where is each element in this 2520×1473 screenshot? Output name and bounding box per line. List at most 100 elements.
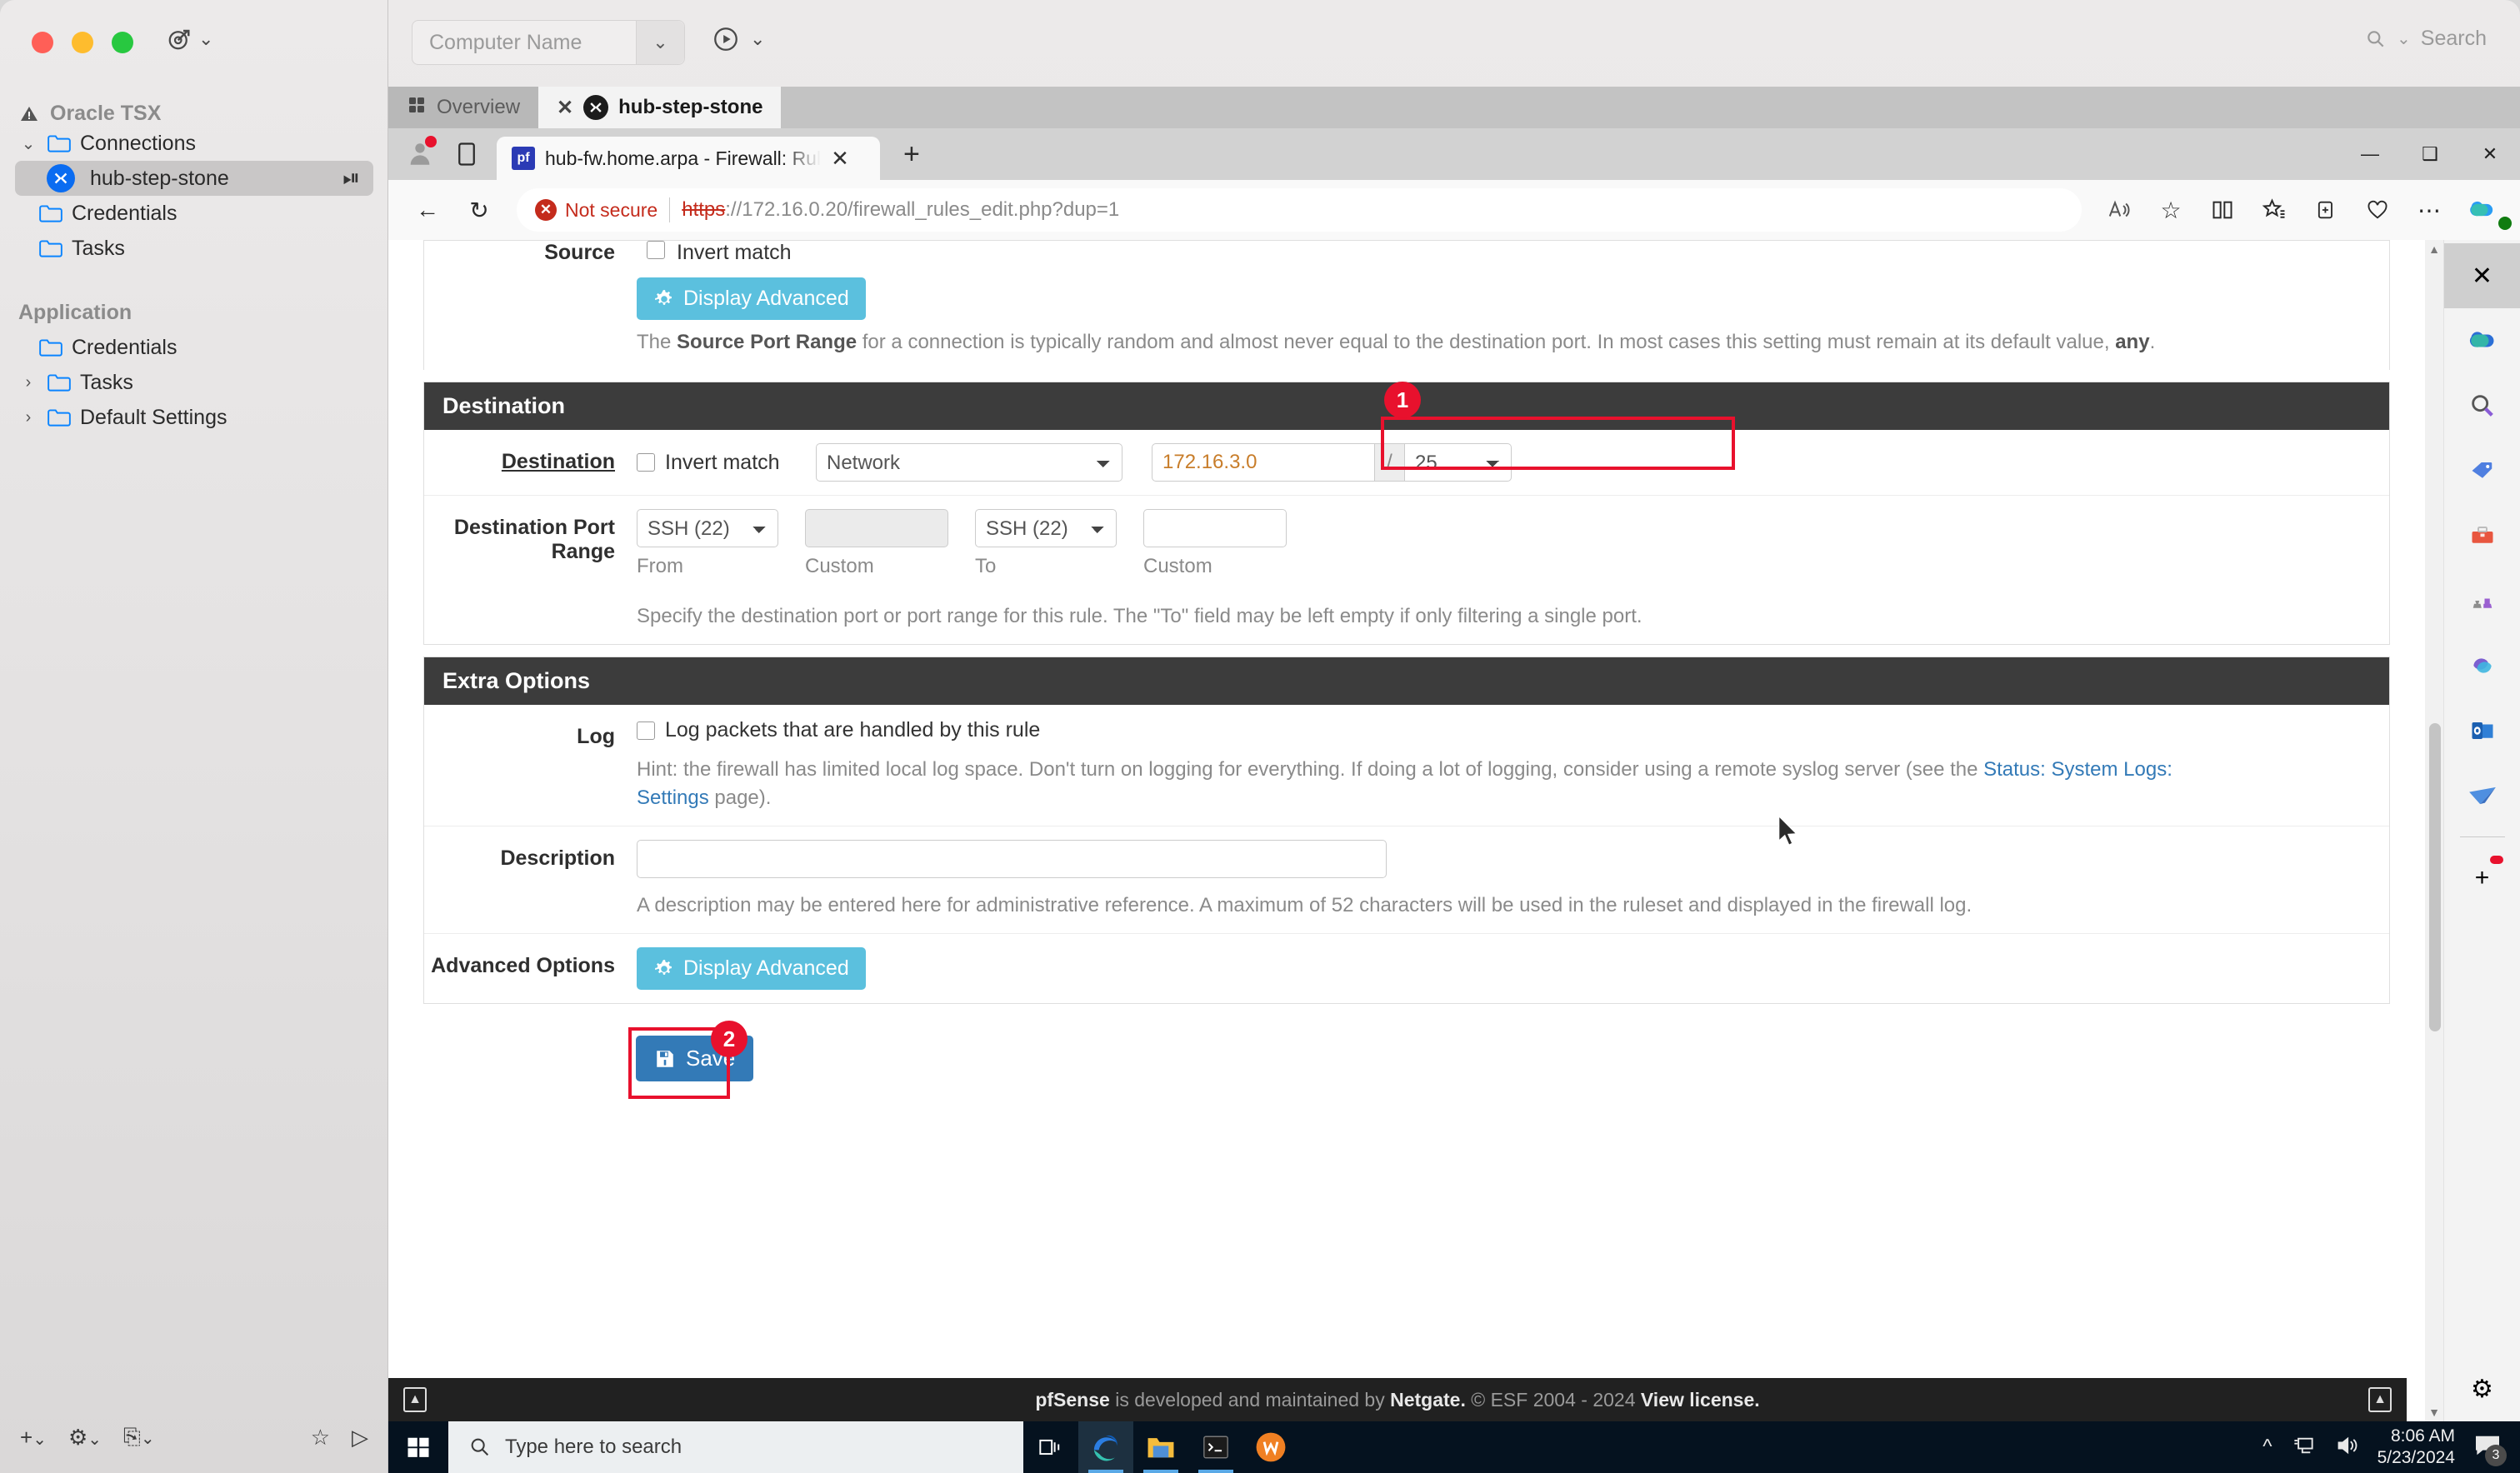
display-advanced-button[interactable]: Display Advanced — [637, 947, 866, 991]
page-scrollbar[interactable]: ▲ ▼ — [2425, 240, 2443, 1421]
split-screen-button[interactable] — [2197, 184, 2248, 236]
log-checkbox-wrap[interactable]: Log packets that are handled by this rul… — [637, 718, 1040, 742]
taskbar-clock[interactable]: 8:06 AM 5/23/2024 — [2378, 1426, 2455, 1468]
copilot-button[interactable] — [2455, 184, 2507, 236]
scroll-up-arrow-icon[interactable]: ▲ — [2425, 240, 2443, 258]
scroll-down-arrow-icon[interactable]: ▼ — [2425, 1403, 2443, 1421]
description-field[interactable] — [637, 840, 1387, 879]
collections-icon — [2318, 201, 2332, 219]
copilot-icon[interactable] — [2452, 308, 2513, 373]
sidebar-item-credentials[interactable]: Credentials — [0, 196, 388, 231]
customize-sidebar-add-icon[interactable]: + — [2452, 846, 2513, 911]
send-icon[interactable] — [2452, 763, 2513, 828]
maximize-window-button[interactable] — [112, 32, 133, 53]
sidebar-item-label: hub-step-stone — [90, 166, 229, 190]
eject-icon[interactable]: ⏯ — [342, 165, 360, 192]
close-button[interactable]: ✕ — [2460, 128, 2520, 180]
add-favorite-button[interactable]: ☆ — [2145, 184, 2197, 236]
connect-target-button[interactable]: ⌄ — [167, 27, 213, 52]
port-custom-from-field[interactable] — [805, 509, 948, 548]
settings-gear-button[interactable]: ⚙⌄ — [68, 1425, 102, 1451]
tab-overview[interactable]: Overview — [388, 87, 539, 128]
task-view-button[interactable] — [1023, 1421, 1078, 1473]
restore-button[interactable]: ❑ — [2400, 128, 2460, 180]
profile-avatar[interactable] — [397, 131, 443, 177]
sidebar-item-tasks[interactable]: Tasks — [0, 231, 388, 266]
destination-address-field[interactable] — [1152, 443, 1375, 482]
shopping-tag-icon[interactable] — [2452, 438, 2513, 503]
favorites-button[interactable] — [2248, 184, 2300, 236]
footer-license-link[interactable]: View license. — [1641, 1389, 1760, 1411]
port-custom-to-field[interactable] — [1143, 509, 1287, 548]
close-sidebar-icon[interactable]: ✕ — [2443, 243, 2520, 308]
chevron-right-icon[interactable]: › — [18, 408, 38, 427]
close-icon[interactable]: ✕ — [557, 96, 573, 120]
favorite-star-icon[interactable]: ☆ — [311, 1425, 330, 1451]
close-tab-icon[interactable]: ✕ — [831, 146, 849, 172]
taskbar-terminal-button[interactable] — [1188, 1421, 1243, 1473]
grid-icon — [407, 95, 427, 121]
refresh-button[interactable]: ↻ — [453, 184, 505, 236]
sidebar-item-default-settings[interactable]: › Default Settings — [0, 400, 388, 435]
games-icon[interactable] — [2452, 568, 2513, 633]
browser-essentials-button[interactable] — [2352, 184, 2512, 236]
browser-tab-active[interactable]: pf hub-fw.home.arpa - Firewall: Rul ✕ — [497, 137, 880, 180]
add-button[interactable]: +⌄ — [20, 1425, 47, 1451]
new-tab-button[interactable]: + — [903, 138, 920, 171]
collections-button[interactable] — [2300, 184, 2352, 236]
minimize-window-button[interactable] — [72, 32, 93, 53]
app-search-box[interactable]: ⌄ Search — [2365, 27, 2487, 51]
tab-hub-step-stone[interactable]: ✕ hub-step-stone — [538, 87, 782, 128]
destination-type-select[interactable]: Network — [816, 443, 1122, 482]
close-window-button[interactable] — [32, 32, 53, 53]
chevron-down-icon[interactable]: ⌄ — [18, 133, 38, 154]
start-session-button[interactable]: ⌄ — [712, 25, 765, 53]
destination-invert-match[interactable]: Invert match — [637, 451, 816, 475]
checkbox[interactable] — [637, 721, 655, 740]
remote-desktop-app-window: ⌄ Oracle TSX ⌄ Connections hub-step-ston… — [0, 0, 2520, 1473]
scrollbar-thumb[interactable] — [2429, 723, 2441, 1031]
minimize-button[interactable]: — — [2340, 128, 2400, 180]
source-display-advanced-button[interactable]: Display Advanced — [637, 277, 866, 320]
vertical-tabs-button[interactable] — [443, 131, 490, 177]
outlook-icon[interactable] — [2452, 698, 2513, 763]
start-button[interactable] — [388, 1421, 448, 1473]
address-bar[interactable]: ✕ Not secure https://172.16.0.20/firewal… — [517, 188, 2082, 232]
sidebar-item-connections[interactable]: ⌄ Connections — [0, 126, 388, 161]
tools-icon[interactable] — [2452, 503, 2513, 568]
volume-icon[interactable] — [2334, 1435, 2359, 1461]
sidebar-item-hub-step-stone[interactable]: hub-step-stone ⏯ — [15, 161, 373, 196]
chevron-down-icon[interactable]: ⌄ — [636, 21, 684, 64]
read-aloud-button[interactable] — [2093, 184, 2145, 236]
back-button[interactable]: ← — [402, 184, 453, 236]
network-icon[interactable] — [2291, 1435, 2316, 1461]
play-triangle-icon[interactable]: ▷ — [352, 1425, 368, 1451]
office-icon[interactable] — [2452, 633, 2513, 698]
security-label: Not secure — [565, 198, 658, 221]
scroll-top-icon[interactable]: ▲ — [403, 1387, 427, 1412]
checkbox[interactable] — [637, 453, 655, 472]
window-traffic-lights[interactable] — [32, 32, 133, 53]
sidebar-item-app-tasks[interactable]: › Tasks — [0, 365, 388, 400]
taskbar-app-button[interactable] — [1243, 1421, 1298, 1473]
sidebar-item-app-credentials[interactable]: Credentials — [0, 330, 388, 365]
port-from-select[interactable]: SSH (22) — [637, 509, 778, 548]
task-view-icon — [1039, 1439, 1060, 1456]
settings-and-more-button[interactable]: ⋯ — [2403, 184, 2455, 236]
transfer-button[interactable]: ⎘⌄ — [123, 1424, 155, 1451]
search-icon[interactable] — [2452, 373, 2513, 438]
scroll-top-icon-right[interactable]: ▲ — [2368, 1387, 2392, 1412]
taskbar-file-explorer-button[interactable] — [1133, 1421, 1188, 1473]
security-status[interactable]: ✕ Not secure — [535, 199, 658, 222]
notifications-button[interactable]: 3 — [2473, 1434, 2507, 1466]
computer-name-field[interactable]: Computer Name ⌄ — [412, 20, 685, 65]
chevron-down-icon: ⌄ — [750, 28, 766, 49]
chevron-right-icon[interactable]: › — [18, 373, 38, 392]
description-help: A description may be entered here for ad… — [637, 894, 1972, 917]
show-hidden-icons-chevron-icon[interactable]: ^ — [2262, 1436, 2272, 1459]
taskbar-search-box[interactable]: Type here to search — [448, 1421, 1023, 1473]
taskbar-edge-button[interactable] — [1078, 1421, 1133, 1473]
port-to-select[interactable]: SSH (22) — [975, 509, 1117, 548]
sidebar-settings-gear-icon[interactable]: ⚙ — [2452, 1356, 2513, 1421]
help-prefix: The — [637, 331, 678, 353]
